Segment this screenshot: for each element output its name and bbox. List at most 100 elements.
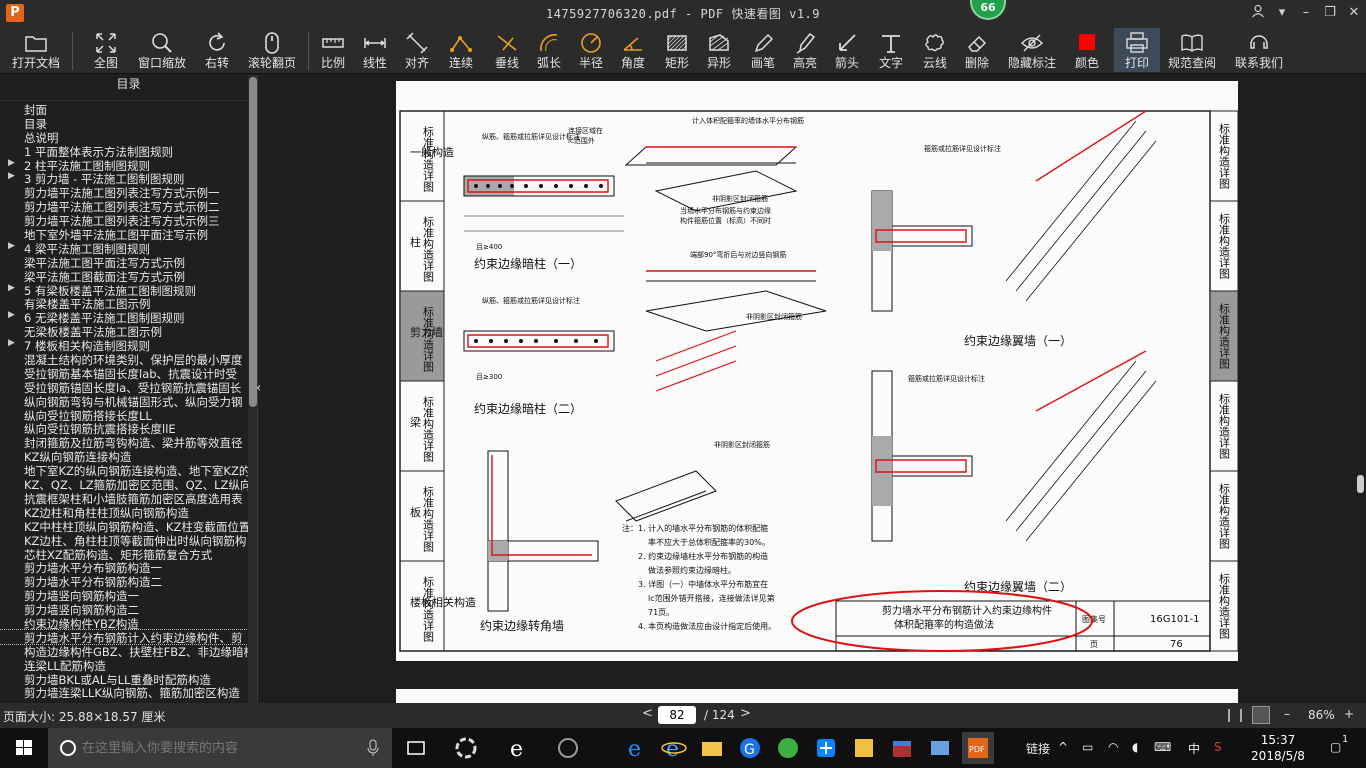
angle-button[interactable]: 角度 (616, 28, 650, 72)
menu-dropdown-icon[interactable]: ▾ (1272, 4, 1292, 22)
minimize-button[interactable]: – (1296, 4, 1316, 22)
toc-item[interactable]: ▶ 5 有梁板楼盖平法施工图制图规则 (0, 283, 248, 297)
toc-item[interactable]: KZ中柱柱顶纵向钢筋构造、KZ柱变截面位置 (0, 519, 248, 533)
text-button[interactable]: 文字 (874, 28, 908, 72)
scale-button[interactable]: 比例 (316, 28, 350, 72)
toc-item[interactable]: KZ、QZ、LZ箍筋加密区范围、QZ、LZ纵向钢筋 (0, 477, 248, 491)
link-label[interactable]: 链接 (1026, 740, 1050, 757)
page-number-input[interactable] (658, 706, 696, 724)
notes-app-icon[interactable] (848, 732, 880, 764)
edge-browser-icon[interactable]: e (502, 732, 534, 764)
aligned-dimension-button[interactable]: 对齐 (400, 28, 434, 72)
toc-item[interactable]: 剪力墙水平分布钢筋构造一 (0, 560, 248, 574)
perpendicular-button[interactable]: 垂线 (488, 28, 526, 72)
single-page-view-icon[interactable] (1252, 706, 1270, 724)
expand-arrow-icon[interactable]: ▶ (8, 338, 15, 348)
toc-item[interactable]: ▶ 6 无梁楼盖平法施工图制图规则 (0, 310, 248, 324)
start-button[interactable] (0, 728, 48, 768)
microphone-icon[interactable] (366, 739, 380, 757)
prev-page-button[interactable]: < (642, 706, 653, 721)
wifi-icon[interactable]: ◠ (1108, 740, 1118, 754)
toc-item[interactable]: 剪力墙连梁LLK纵向钢筋、箍筋加密区构造 (0, 685, 248, 699)
toc-item[interactable]: 受拉钢筋锚固长度la、受拉钢筋抗震锚固长 (0, 380, 248, 394)
expand-arrow-icon[interactable]: ▶ (8, 171, 15, 181)
radius-button[interactable]: 半径 (574, 28, 608, 72)
toc-item[interactable]: 芯柱XZ配筋构造、矩形箍筋复合方式 (0, 547, 248, 561)
two-page-view-icon[interactable] (1228, 709, 1242, 722)
pinned-app-plus-icon[interactable] (810, 732, 842, 764)
arc-length-button[interactable]: 弧长 (532, 28, 566, 72)
toc-item[interactable]: 纵向受拉钢筋搭接长度LL (0, 408, 248, 422)
pinwheel-app-icon[interactable] (450, 732, 482, 764)
print-button[interactable]: 打印 (1114, 28, 1160, 72)
notification-center-icon[interactable]: ▢ (1330, 740, 1341, 754)
volume-icon[interactable]: ◖ (1132, 740, 1138, 754)
toc-item[interactable]: 总说明 (0, 130, 248, 144)
toc-item[interactable]: 剪力墙平法施工图列表注写方式示例一 (0, 185, 248, 199)
360-browser-icon[interactable] (772, 732, 804, 764)
document-view[interactable]: 一般构造 标准构造详图柱标准构造详图 剪力墙 标准构造详图梁标准构造详图板标准构造详图… (260, 75, 1366, 703)
arrow-button[interactable]: 箭头 (830, 28, 864, 72)
file-explorer-icon[interactable] (696, 732, 728, 764)
toc-item[interactable]: ▶ 3 剪力墙 - 平法施工图制图规则 (0, 171, 248, 185)
rectangle-button[interactable]: 矩形 (660, 28, 694, 72)
toc-item[interactable]: 地下室KZ的纵向钢筋连接构造、地下室KZ的 (0, 463, 248, 477)
zoom-in-button[interactable]: + (1344, 707, 1354, 721)
standards-lookup-button[interactable]: 规范查阅 (1164, 28, 1220, 72)
toc-item[interactable]: 目录 (0, 116, 248, 130)
maximize-button[interactable]: ❐ (1320, 4, 1340, 22)
toc-item[interactable]: 剪力墙平法施工图列表注写方式示例二 (0, 199, 248, 213)
open-document-button[interactable]: 打开文档 (6, 28, 66, 72)
taskbar-search-input[interactable] (82, 739, 362, 757)
toc-item[interactable]: 抗震框架柱和小墙肢箍筋加密区高度选用表 (0, 491, 248, 505)
taskbar-search[interactable] (48, 728, 392, 768)
toc-item[interactable]: 构造边缘构件GBZ、扶壁柱FBZ、非边缘暗柱 (0, 644, 248, 658)
expand-arrow-icon[interactable]: ▶ (8, 310, 15, 320)
next-page-button[interactable]: > (740, 706, 751, 721)
toc-item[interactable]: 剪力墙BKL或AL与LL重叠时配筋构造 (0, 672, 248, 686)
toc-scroll-thumb[interactable] (249, 77, 257, 407)
linear-dimension-button[interactable]: 线性 (358, 28, 392, 72)
document-scroll-thumb[interactable] (1357, 475, 1364, 493)
toc-item[interactable]: 受拉钢筋基本锚固长度lab、抗震设计时受 (0, 366, 248, 380)
delete-button[interactable]: 删除 (960, 28, 994, 72)
internet-explorer-icon[interactable]: e (658, 732, 690, 764)
window-zoom-button[interactable]: 窗口缩放 (134, 28, 190, 72)
toc-item[interactable]: 剪力墙竖向钢筋构造二 (0, 602, 248, 616)
ime-indicator[interactable]: 中 (1188, 740, 1200, 757)
task-view-icon[interactable] (400, 732, 432, 764)
continuous-dimension-button[interactable]: 连续 (442, 28, 480, 72)
toc-item[interactable]: 梁平法施工图平面注写方式示例 (0, 255, 248, 269)
expand-arrow-icon[interactable]: ▶ (8, 283, 15, 293)
user-icon[interactable] (1248, 4, 1268, 22)
toc-item[interactable]: 剪力墙水平分布钢筋构造二 (0, 574, 248, 588)
toc-item[interactable]: 地下室外墙平法施工图平面注写示例 (0, 227, 248, 241)
toc-item[interactable]: 无梁板楼盖平法施工图示例 (0, 324, 248, 338)
keyboard-icon[interactable]: ⌨ (1154, 740, 1171, 754)
pen-button[interactable]: 画笔 (746, 28, 780, 72)
wheel-page-button[interactable]: 滚轮翻页 (244, 28, 300, 72)
toc-item[interactable]: 约束边缘构件YBZ构造 (0, 616, 248, 630)
edge-blue-icon[interactable]: e (620, 732, 652, 764)
toc-item[interactable]: KZ纵向钢筋连接构造 (0, 449, 248, 463)
toc-item[interactable]: 剪力墙平法施工图列表注写方式示例三 (0, 213, 248, 227)
toc-item[interactable]: KZ边柱、角柱柱顶等截面伸出时纵向钢筋构 (0, 533, 248, 547)
toc-item[interactable]: 剪力墙竖向钢筋构造一 (0, 588, 248, 602)
toc-item[interactable]: 封面 (0, 102, 248, 116)
color-button[interactable]: 颜色 (1070, 28, 1104, 72)
rotate-right-button[interactable]: 右转 (196, 28, 238, 72)
toc-item[interactable]: 剪力墙水平分布钢筋计入约束边缘构件、剪 (0, 628, 249, 645)
toc-item[interactable]: 纵向受拉钢筋抗震搭接长度llE (0, 421, 248, 435)
hide-annotations-button[interactable]: 隐藏标注 (1004, 28, 1060, 72)
expand-arrow-icon[interactable]: ▶ (8, 241, 15, 251)
pdf-viewer-taskbar-icon[interactable]: PDF (962, 732, 994, 764)
toc-item[interactable]: ▶ 2 柱平法施工图制图规则 (0, 158, 248, 172)
sogou-browser-icon[interactable]: G (734, 732, 766, 764)
toc-item[interactable]: 1 平面整体表示方法制图规则 (0, 144, 248, 158)
zoom-level-text[interactable]: 86% (1308, 708, 1335, 722)
toc-item[interactable]: 纵向钢筋弯钩与机械锚固形式、纵向受力钢 (0, 394, 248, 408)
toc-item[interactable]: ▶ 4 梁平法施工图制图规则 (0, 241, 248, 255)
battery-icon[interactable]: ▭ (1082, 740, 1093, 754)
expand-arrow-icon[interactable]: ▶ (8, 158, 15, 168)
highlighter-button[interactable]: 高亮 (788, 28, 822, 72)
